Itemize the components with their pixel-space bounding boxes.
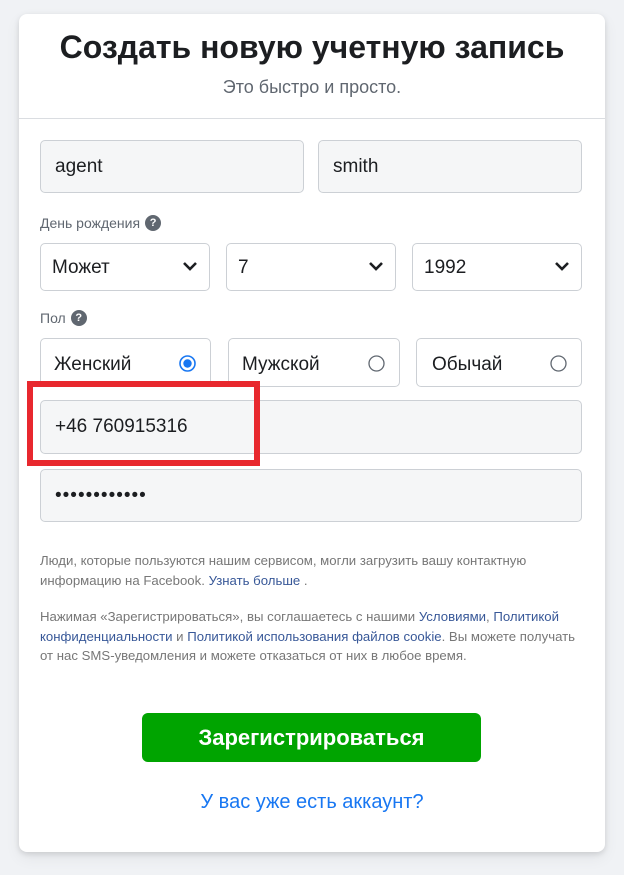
- birthday-month-value: Может: [52, 257, 110, 278]
- already-have-account-link[interactable]: У вас уже есть аккаунт?: [0, 791, 624, 814]
- cookie-policy-link[interactable]: Политикой использования файлов cookie: [187, 629, 441, 644]
- card-header: Создать новую учетную запись Это быстро …: [19, 14, 605, 119]
- gender-option-label: Обычай: [432, 354, 503, 375]
- chevron-down-icon: [183, 262, 197, 271]
- password-field[interactable]: [40, 469, 582, 522]
- first-name-input[interactable]: [41, 141, 303, 192]
- last-name-field[interactable]: [318, 140, 582, 193]
- gender-option-custom[interactable]: Обычай: [416, 338, 582, 387]
- first-name-field[interactable]: [40, 140, 304, 193]
- gender-label: Пол ?: [40, 310, 87, 326]
- highlight-box: [27, 381, 260, 466]
- page-title: Создать новую учетную запись: [59, 29, 565, 65]
- gender-option-label: Женский: [54, 354, 132, 375]
- terms-separator: ,: [486, 609, 490, 624]
- password-input[interactable]: [41, 470, 581, 521]
- birthday-day-select[interactable]: 7: [226, 243, 396, 291]
- gender-option-male[interactable]: Мужской: [228, 338, 400, 387]
- terms-text: Нажимая «Зарегистрироваться», вы соглаша…: [40, 609, 416, 624]
- birthday-label-text: День рождения: [40, 215, 141, 231]
- signup-button[interactable]: Зарегистрироваться: [142, 713, 481, 762]
- birthday-day-value: 7: [238, 257, 249, 278]
- contact-upload-notice: Люди, которые пользуются нашим сервисом,…: [40, 551, 590, 590]
- radio-empty-icon[interactable]: [368, 355, 385, 372]
- birthday-label: День рождения ?: [40, 215, 162, 231]
- birthday-month-select[interactable]: Может: [40, 243, 210, 291]
- chevron-down-icon: [555, 262, 569, 271]
- page-subtitle: Это быстро и просто.: [222, 77, 402, 97]
- birthday-year-select[interactable]: 1992: [412, 243, 582, 291]
- radio-empty-icon[interactable]: [550, 355, 567, 372]
- help-icon[interactable]: ?: [70, 310, 87, 326]
- gender-label-text: Пол: [40, 310, 66, 326]
- last-name-input[interactable]: [319, 141, 581, 192]
- terms-and: и: [176, 628, 184, 644]
- gender-option-label: Мужской: [242, 354, 320, 375]
- help-icon[interactable]: ?: [145, 215, 162, 231]
- terms-link[interactable]: Условиями: [419, 609, 486, 624]
- terms-notice: Нажимая «Зарегистрироваться», вы соглаша…: [40, 607, 590, 666]
- chevron-down-icon: [369, 262, 383, 271]
- notice-end: .: [303, 572, 308, 588]
- learn-more-link[interactable]: Узнать больше: [209, 573, 301, 588]
- gender-option-female[interactable]: Женский: [40, 338, 211, 387]
- radio-selected-icon[interactable]: [179, 355, 196, 372]
- birthday-year-value: 1992: [424, 257, 467, 278]
